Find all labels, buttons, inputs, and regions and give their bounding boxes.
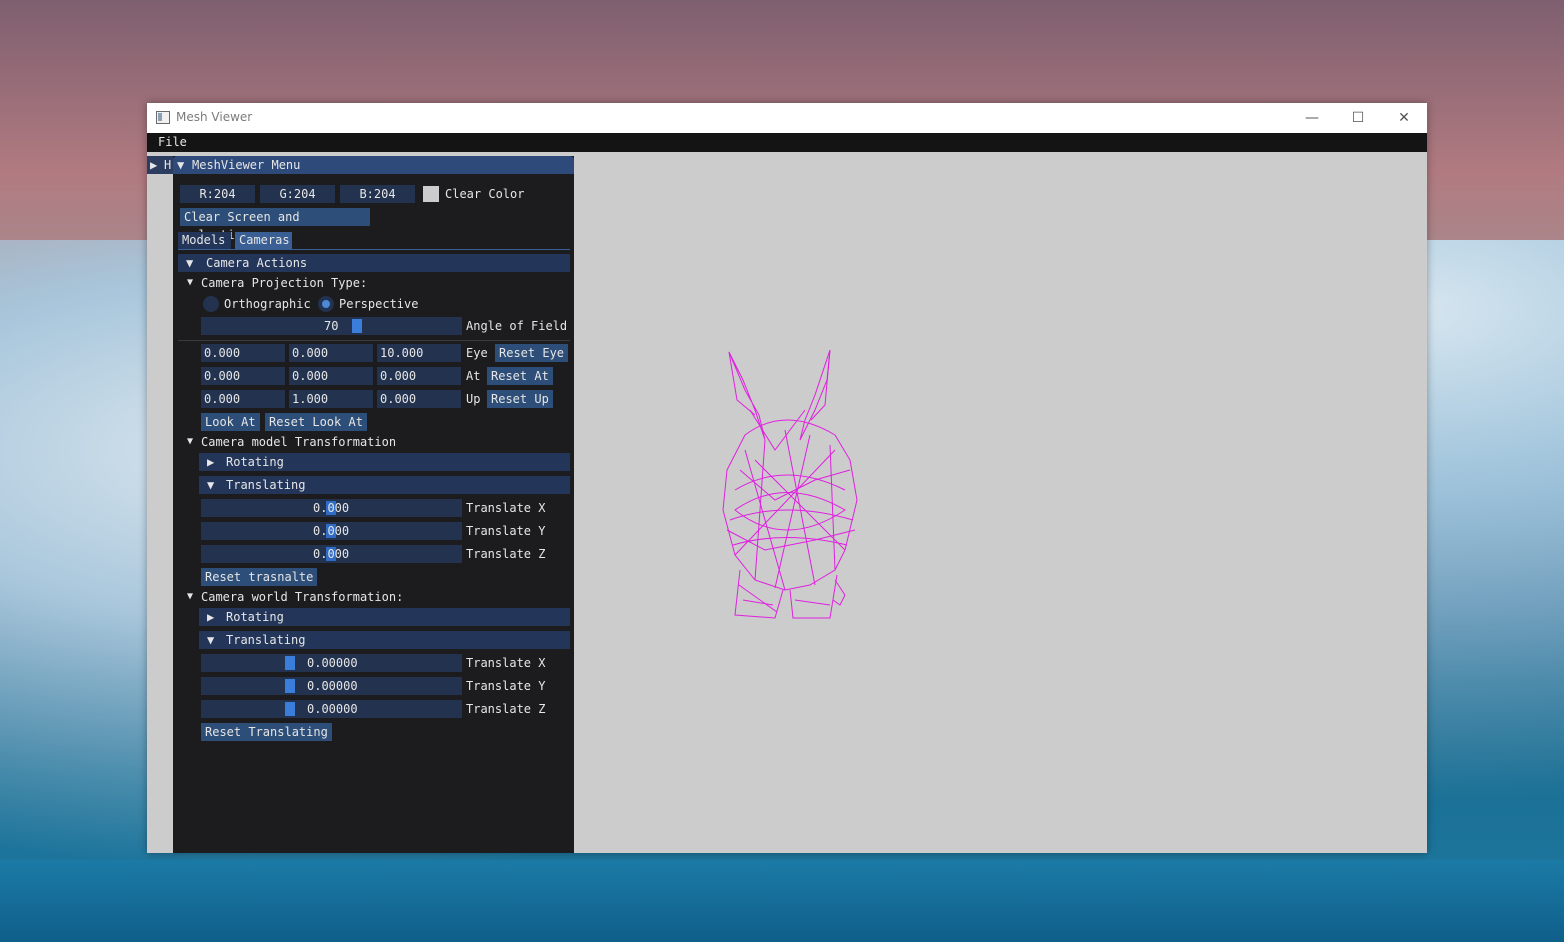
up-z-field[interactable]: 0.000 (377, 390, 461, 408)
reset-up-button[interactable]: Reset Up (487, 390, 553, 408)
world-translating-arrow-icon: ▼ (207, 633, 215, 647)
world-translate-z-value: 0.00000 (307, 702, 358, 716)
collapsed-window[interactable]: ▶ H (147, 156, 173, 174)
world-translate-x-label: Translate X (466, 656, 546, 670)
clear-color-swatch[interactable] (423, 186, 439, 202)
mesh-wireframe (722, 350, 858, 619)
collapsed-window-label: H (164, 158, 172, 172)
world-rotating-header[interactable]: ▶ Rotating (199, 608, 570, 626)
world-translate-x-slider[interactable]: 0.00000 (201, 654, 462, 672)
at-label: At (466, 369, 481, 383)
projection-type-label[interactable]: Camera Projection Type: (201, 274, 367, 292)
world-translate-z-grab[interactable] (285, 702, 295, 716)
eye-y-field[interactable]: 0.000 (289, 344, 373, 362)
model-translate-x-label: Translate X (466, 501, 546, 515)
model-translate-z-value: 0.000 (313, 547, 350, 561)
projection-tree-arrow-icon[interactable]: ▼ (187, 274, 193, 292)
clear-color-r-field[interactable]: R:204 (180, 185, 255, 203)
angle-of-field-value: 70 (324, 319, 339, 333)
world-translate-y-label: Translate Y (466, 679, 546, 693)
clear-color-label: Clear Color (445, 187, 525, 201)
camera-actions-label: Camera Actions (206, 256, 308, 270)
eye-label: Eye (466, 346, 488, 360)
window-title: Mesh Viewer (176, 110, 253, 124)
angle-of-field-label: Angle of Field (466, 319, 568, 333)
minimize-button[interactable]: — (1289, 103, 1335, 133)
model-translating-arrow-icon: ▼ (207, 478, 215, 492)
model-translate-y-value: 0.000 (313, 524, 350, 538)
world-translate-y-slider[interactable]: 0.00000 (201, 677, 462, 695)
at-x-field[interactable]: 0.000 (201, 367, 285, 385)
eye-x-field[interactable]: 0.000 (201, 344, 285, 362)
model-rotating-label: Rotating (226, 455, 284, 469)
world-translating-header[interactable]: ▼ Translating (199, 631, 570, 649)
world-translate-y-grab[interactable] (285, 679, 295, 693)
angle-of-field-slider[interactable]: 70 (201, 317, 462, 335)
close-button[interactable]: ✕ (1381, 103, 1427, 133)
separator (178, 340, 570, 341)
model-rotating-header[interactable]: ▶ Rotating (199, 453, 570, 471)
app-icon (156, 111, 170, 124)
model-translate-y-label: Translate Y (466, 524, 546, 538)
world-translate-x-value: 0.00000 (307, 656, 358, 670)
tab-cameras[interactable]: Cameras (235, 232, 292, 249)
title-bar[interactable]: Mesh Viewer — ☐ ✕ (147, 103, 1427, 133)
model-translate-x-slider[interactable]: 0.000 (201, 499, 462, 517)
eye-z-field[interactable]: 10.000 (377, 344, 461, 362)
panel-title-bar[interactable]: ▼ MeshViewer Menu (173, 156, 574, 174)
orthographic-radio[interactable] (203, 296, 219, 312)
world-rotating-arrow-icon: ▶ (207, 610, 215, 624)
orthographic-label: Orthographic (224, 297, 311, 311)
clear-color-b-field[interactable]: B:204 (340, 185, 415, 203)
at-y-field[interactable]: 0.000 (289, 367, 373, 385)
world-translate-z-slider[interactable]: 0.00000 (201, 700, 462, 718)
reset-at-button[interactable]: Reset At (487, 367, 553, 385)
panel-title: MeshViewer Menu (192, 158, 301, 172)
up-label: Up (466, 392, 481, 406)
meshviewer-menu-panel: ▼ MeshViewer Menu R:204 G:204 B:204 Clea… (173, 156, 574, 853)
reset-model-translate-button[interactable]: Reset trasnalte (201, 568, 318, 586)
reset-look-at-button[interactable]: Reset Look At (265, 413, 367, 431)
menu-file[interactable]: File (158, 135, 187, 149)
look-at-button[interactable]: Look At (201, 413, 260, 431)
model-translating-label: Translating (226, 478, 306, 492)
world-translate-y-value: 0.00000 (307, 679, 358, 693)
model-translate-z-slider[interactable]: 0.000 (201, 545, 462, 563)
left-strip (147, 174, 173, 853)
up-y-field[interactable]: 1.000 (289, 390, 373, 408)
perspective-label: Perspective (339, 297, 419, 311)
perspective-radio[interactable] (318, 296, 334, 312)
clear-screen-button[interactable]: Clear Screen and selection (180, 208, 370, 242)
camera-actions-arrow-icon: ▼ (186, 256, 194, 270)
collapsed-window-arrow-icon: ▶ (150, 158, 158, 172)
reset-eye-button[interactable]: Reset Eye (495, 344, 569, 362)
clear-color-g-field[interactable]: G:204 (260, 185, 335, 203)
tab-models[interactable]: Models (178, 232, 231, 249)
menu-bar: File (147, 133, 1427, 152)
collapse-arrow-icon[interactable]: ▼ (177, 158, 184, 172)
model-translate-x-value: 0.000 (313, 501, 350, 515)
world-translating-label: Translating (226, 633, 306, 647)
world-transform-tree-arrow-icon[interactable]: ▼ (187, 588, 193, 606)
world-translate-x-grab[interactable] (285, 656, 295, 670)
up-x-field[interactable]: 0.000 (201, 390, 285, 408)
maximize-button[interactable]: ☐ (1335, 103, 1381, 133)
world-translate-z-label: Translate Z (466, 702, 546, 716)
angle-slider-grab[interactable] (352, 319, 362, 333)
model-rotating-arrow-icon: ▶ (207, 455, 215, 469)
model-translate-y-slider[interactable]: 0.000 (201, 522, 462, 540)
tab-underline (178, 249, 570, 250)
world-transform-label[interactable]: Camera world Transformation: (201, 588, 403, 606)
reset-world-translate-button[interactable]: Reset Translating (201, 723, 332, 741)
camera-actions-header[interactable]: ▼ Camera Actions (178, 254, 570, 272)
model-transform-tree-arrow-icon[interactable]: ▼ (187, 433, 193, 451)
model-transform-label[interactable]: Camera model Transformation (201, 433, 396, 451)
desktop-water (0, 860, 1564, 942)
model-translate-z-label: Translate Z (466, 547, 546, 561)
at-z-field[interactable]: 0.000 (377, 367, 461, 385)
world-rotating-label: Rotating (226, 610, 284, 624)
app-window: Mesh Viewer — ☐ ✕ File ▶ H ▼ MeshViewer … (147, 103, 1427, 853)
model-translating-header[interactable]: ▼ Translating (199, 476, 570, 494)
